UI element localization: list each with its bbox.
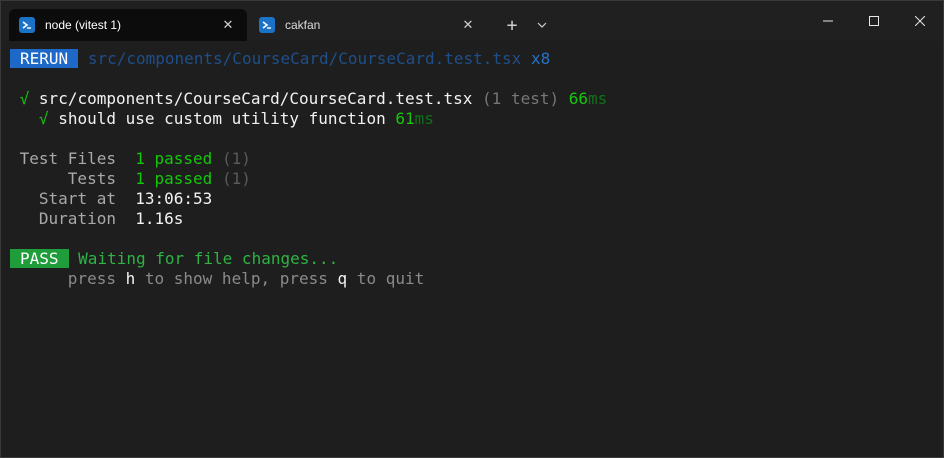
help-suffix: to quit [347, 269, 425, 288]
test-time: 61 [395, 109, 415, 128]
maximize-icon [869, 16, 879, 26]
tab-title: node (vitest 1) [45, 18, 122, 32]
summary-tests: Tests 1 passed (1) [10, 169, 251, 189]
help-key-h: h [125, 269, 136, 288]
minimize-button[interactable] [805, 1, 851, 41]
help-key-q: q [337, 269, 348, 288]
help-middle: to show help, press [135, 269, 338, 288]
tests-value: 1 passed [135, 169, 213, 188]
close-tab-icon[interactable]: ✕ [459, 16, 477, 34]
rerun-count: x8 [530, 49, 551, 68]
check-icon: √ [19, 89, 30, 108]
test-count: (1 test) [482, 89, 560, 108]
waiting-message: Waiting for file changes... [78, 249, 339, 268]
test-files-value: 1 passed [135, 149, 213, 168]
terminal-window: node (vitest 1) ✕ cakfan ✕ + RERUN src/c… [0, 0, 944, 458]
chevron-down-icon [537, 22, 547, 28]
close-window-button[interactable] [897, 1, 943, 41]
tests-label: Tests [67, 169, 116, 188]
new-tab-button[interactable]: + [497, 9, 527, 41]
tab-cakfan[interactable]: cakfan ✕ [249, 9, 487, 41]
file-path: src/components/CourseCard/CourseCard.tes… [38, 89, 473, 108]
start-value: 13:06:53 [135, 189, 213, 208]
file-time-unit: ms [588, 89, 608, 108]
duration-value: 1.16s [135, 209, 184, 228]
check-icon: √ [38, 109, 49, 128]
tab-node-vitest[interactable]: node (vitest 1) ✕ [9, 9, 247, 41]
close-tab-icon[interactable]: ✕ [219, 16, 237, 34]
duration-label: Duration [38, 209, 116, 228]
minimize-icon [823, 20, 833, 22]
rerun-path: src/components/CourseCard/CourseCard.tes… [87, 49, 522, 68]
tests-total: (1) [221, 169, 251, 188]
pass-line: PASS Waiting for file changes... [10, 249, 338, 269]
summary-duration: Duration 1.16s [10, 209, 184, 229]
title-bar: node (vitest 1) ✕ cakfan ✕ + [1, 1, 943, 41]
tab-dropdown-button[interactable] [527, 9, 557, 41]
test-files-label: Test Files [19, 149, 116, 168]
pass-badge: PASS [10, 249, 69, 268]
start-label: Start at [38, 189, 116, 208]
rerun-badge: RERUN [10, 49, 79, 68]
test-result-line: √ should use custom utility function 61m… [10, 109, 434, 129]
summary-start: Start at 13:06:53 [10, 189, 212, 209]
summary-test-files: Test Files 1 passed (1) [10, 149, 251, 169]
file-time: 66 [568, 89, 589, 108]
help-line: press h to show help, press q to quit [10, 269, 424, 289]
help-prefix: press [67, 269, 126, 288]
terminal-output[interactable]: RERUN src/components/CourseCard/CourseCa… [1, 41, 943, 457]
rerun-line: RERUN src/components/CourseCard/CourseCa… [10, 49, 550, 69]
powershell-icon [19, 17, 35, 33]
powershell-icon [259, 17, 275, 33]
test-name: should use custom utility function [58, 109, 386, 128]
test-time-unit: ms [414, 109, 434, 128]
maximize-button[interactable] [851, 1, 897, 41]
file-result-line: √ src/components/CourseCard/CourseCard.t… [10, 89, 608, 109]
close-icon [915, 16, 925, 26]
test-files-total: (1) [221, 149, 251, 168]
tab-title: cakfan [285, 18, 321, 32]
